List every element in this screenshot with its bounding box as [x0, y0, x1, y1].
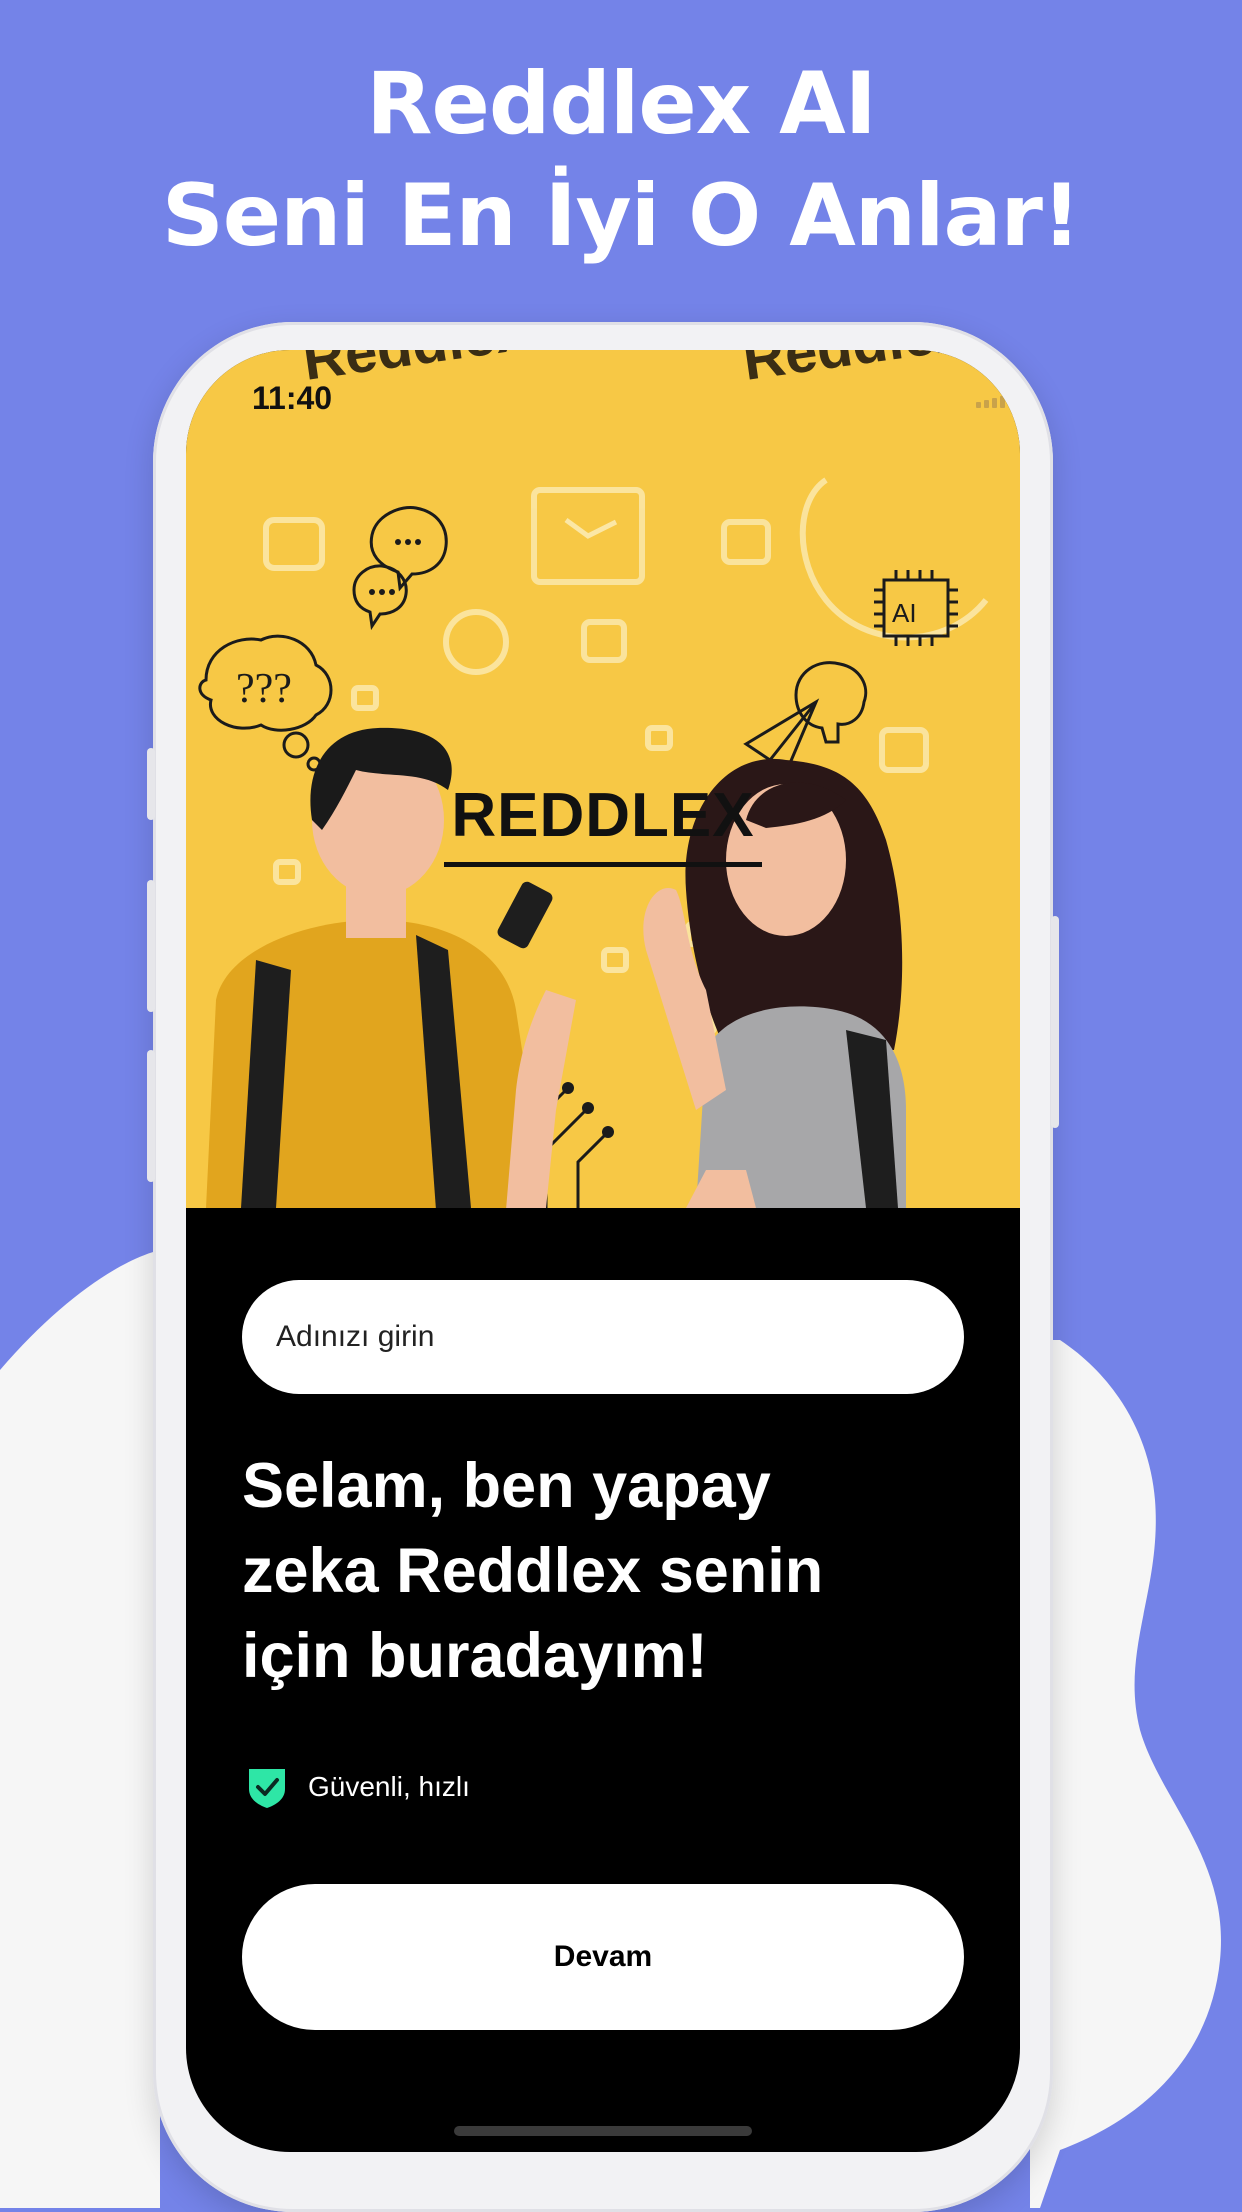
phone-screen: Reddlex Reddlex: [186, 350, 1020, 2152]
headline-subtitle: Seni En İyi O Anlar!: [161, 166, 1081, 266]
headline-title: Reddlex AI: [366, 54, 876, 154]
headline: Reddlex AI Seni En İyi O Anlar!: [0, 48, 1242, 272]
greeting-line-2: zeka Reddlex senin: [242, 1536, 824, 1606]
greeting-line-1: Selam, ben yapay: [242, 1451, 771, 1521]
brand-logo: REDDLEX: [451, 781, 755, 850]
home-indicator: [454, 2126, 752, 2136]
continue-button[interactable]: Devam: [242, 1884, 964, 2030]
greeting-heading: Selam, ben yapay zeka Reddlex senin için…: [242, 1444, 982, 1699]
hero-art: Reddlex Reddlex: [198, 350, 989, 1208]
phone-side-button: [147, 748, 155, 820]
name-input[interactable]: [242, 1280, 964, 1394]
hero-illustration: Reddlex Reddlex: [186, 350, 1020, 1208]
svg-text:Reddlex: Reddlex: [299, 350, 531, 393]
shield-check-icon: [249, 1769, 285, 1808]
badge-text: Güvenli, hızlı: [308, 1771, 470, 1802]
phone-power-button: [1051, 916, 1059, 1128]
status-time: 11:40: [252, 380, 333, 416]
phone-volume-down-button: [147, 1050, 155, 1182]
phone-volume-up-button: [147, 880, 155, 1012]
brand-underline: [444, 862, 762, 867]
signal-icon: [976, 396, 1005, 408]
security-badge: Güvenli, hızlı: [246, 1764, 470, 1810]
greeting-line-3: için buradayım!: [242, 1621, 708, 1691]
svg-text:AI: AI: [892, 598, 917, 628]
svg-text:???: ???: [236, 666, 292, 712]
svg-text:Reddlex: Reddlex: [739, 350, 971, 393]
